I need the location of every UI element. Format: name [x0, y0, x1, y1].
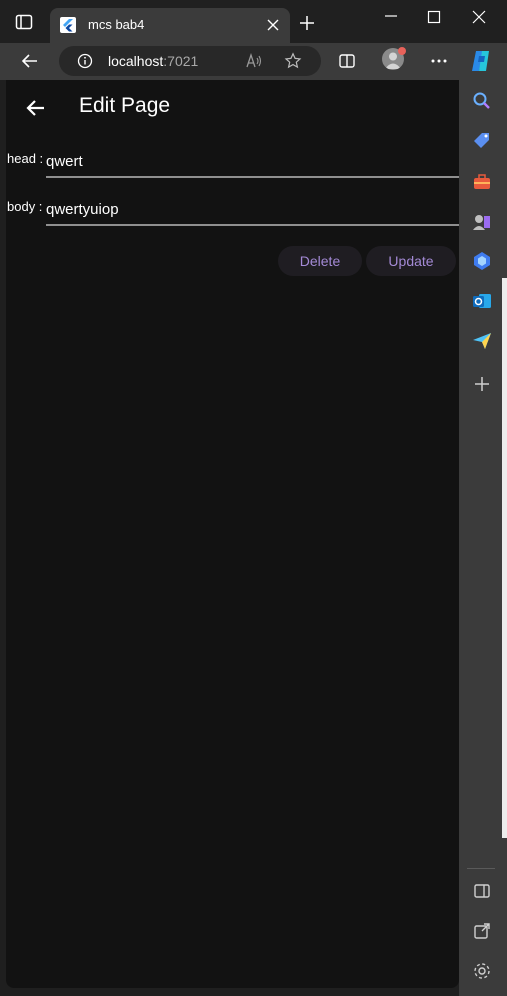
- tab-actions-icon[interactable]: [14, 12, 34, 32]
- notification-dot: [398, 47, 406, 55]
- add-icon[interactable]: [471, 373, 493, 395]
- head-input[interactable]: [46, 146, 459, 178]
- background-window-strip: [502, 278, 507, 838]
- favorite-star-icon[interactable]: [284, 52, 302, 70]
- read-aloud-icon[interactable]: [245, 52, 263, 70]
- close-window-icon[interactable]: [472, 10, 486, 24]
- send-icon[interactable]: [471, 330, 493, 352]
- minimize-icon[interactable]: [383, 14, 399, 30]
- settings-icon[interactable]: [471, 960, 493, 982]
- tools-icon[interactable]: [471, 171, 493, 193]
- browser-toolbar: localhost:7021: [0, 43, 507, 80]
- back-button-icon[interactable]: [24, 96, 48, 120]
- flutter-favicon-icon: [60, 17, 76, 33]
- shopping-tag-icon[interactable]: [471, 130, 493, 152]
- copilot-icon[interactable]: [468, 48, 494, 74]
- body-input[interactable]: [46, 194, 459, 226]
- sidebar-divider: [467, 868, 495, 869]
- split-screen-icon[interactable]: [338, 52, 356, 70]
- page-title: Edit Page: [79, 94, 171, 117]
- app-surface: Edit Page head : body : Delete Update: [6, 80, 459, 988]
- copilot-sidebar-icon[interactable]: [471, 250, 493, 272]
- url-port: :7021: [163, 53, 199, 69]
- outlook-icon[interactable]: [471, 290, 493, 312]
- browser-tab[interactable]: mcs bab4: [50, 8, 290, 43]
- head-label: head :: [7, 151, 44, 166]
- edge-sidebar: [459, 80, 507, 996]
- url-host: localhost: [108, 53, 164, 69]
- delete-button[interactable]: Delete: [278, 246, 362, 276]
- tab-title: mcs bab4: [88, 17, 145, 32]
- title-bar: mcs bab4: [0, 0, 507, 43]
- external-link-icon[interactable]: [471, 920, 493, 942]
- games-icon[interactable]: [471, 210, 493, 232]
- split-sidebar-icon[interactable]: [471, 880, 493, 902]
- url-text: localhost:7021: [108, 53, 198, 69]
- more-options-icon[interactable]: [429, 52, 449, 70]
- new-tab-icon[interactable]: [298, 14, 316, 32]
- body-label: body :: [7, 199, 43, 214]
- app-bar: Edit Page: [6, 80, 459, 136]
- address-bar[interactable]: localhost:7021: [59, 46, 321, 76]
- search-icon[interactable]: [471, 90, 493, 112]
- maximize-icon[interactable]: [427, 10, 441, 24]
- site-info-icon[interactable]: [77, 53, 93, 69]
- close-tab-icon[interactable]: [265, 17, 281, 33]
- update-button[interactable]: Update: [366, 246, 456, 276]
- back-arrow-icon[interactable]: [20, 51, 40, 71]
